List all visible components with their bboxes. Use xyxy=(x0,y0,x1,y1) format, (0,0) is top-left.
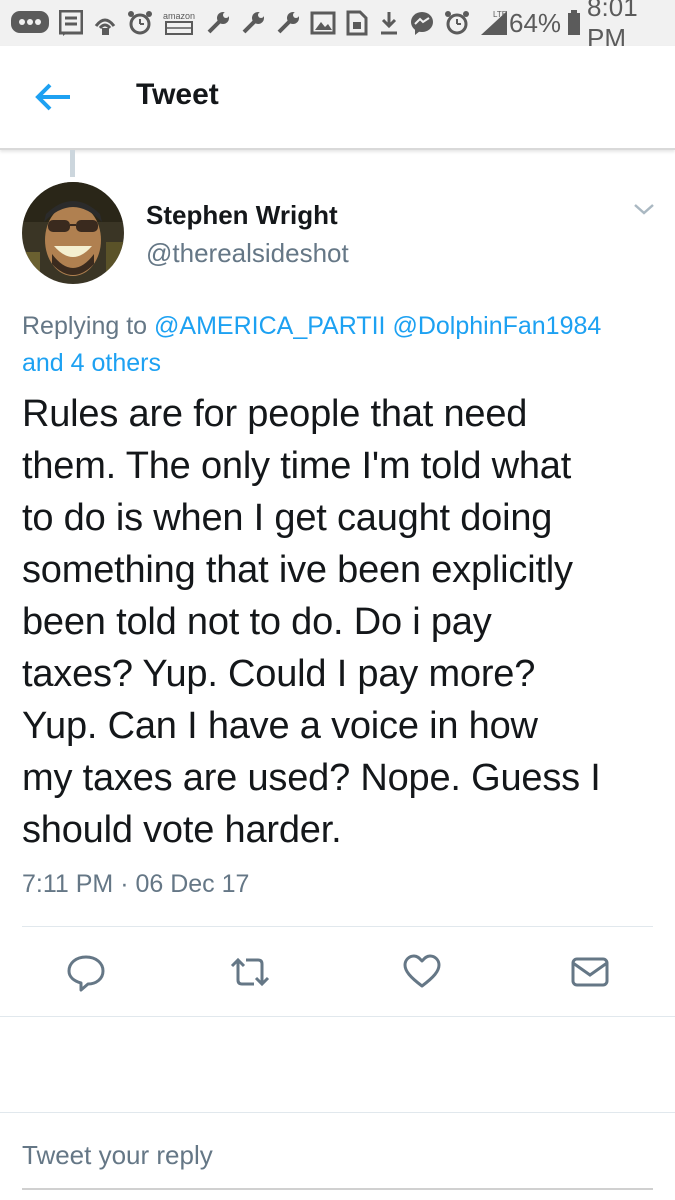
tweet-text-line: to do is when I get caught doing xyxy=(22,497,553,539)
divider xyxy=(0,1016,675,1017)
messenger-icon xyxy=(409,9,435,37)
status-bar: amazon LTE 64% 8:01 PM xyxy=(0,0,675,53)
tweet-text-line: should vote harder. xyxy=(22,809,342,851)
wrench-icon xyxy=(205,9,231,37)
replying-to: Replying to @AMERICA_PARTII @DolphinFan1… xyxy=(22,308,662,382)
page-title: Tweet xyxy=(136,78,219,111)
mention-link[interactable]: @DolphinFan1984 xyxy=(392,312,601,340)
messages-icon xyxy=(10,9,50,37)
tweet-text-line: been told not to do. Do i pay xyxy=(22,601,492,643)
author-name[interactable]: Stephen Wright xyxy=(146,200,338,231)
notification-icons: amazon LTE xyxy=(10,9,509,37)
wrench-icon xyxy=(240,9,266,37)
thread-line xyxy=(70,150,75,177)
tweet-text-line: my taxes are used? Nope. Guess I xyxy=(22,757,601,799)
divider xyxy=(22,926,653,927)
wrench-icon xyxy=(275,9,301,37)
chevron-down-icon[interactable] xyxy=(630,200,658,220)
tweet-text-line: Yup. Can I have a voice in how xyxy=(22,705,538,747)
retweet-icon[interactable] xyxy=(228,950,272,994)
divider xyxy=(0,1112,675,1113)
replying-prefix: Replying to xyxy=(22,312,148,340)
app-header: Tweet xyxy=(0,46,675,150)
alarm-icon xyxy=(127,9,153,37)
battery-icon xyxy=(567,9,581,37)
document-icon xyxy=(345,9,369,37)
signal-icon: LTE xyxy=(479,9,509,37)
back-arrow-icon[interactable] xyxy=(34,82,74,112)
wifi-call-icon xyxy=(92,9,118,37)
reply-input-underline xyxy=(22,1188,653,1190)
battery-percent: 64% xyxy=(509,7,562,38)
download-icon xyxy=(378,9,400,37)
svg-text:amazon: amazon xyxy=(163,11,195,21)
mention-link[interactable]: @AMERICA_PARTII xyxy=(154,312,385,340)
tweet-timestamp: 7:11 PM · 06 Dec 17 xyxy=(22,870,250,898)
amazon-icon: amazon xyxy=(162,9,196,37)
tweet-text-line: something that ive been explicitly xyxy=(22,549,573,591)
reply-input[interactable]: Tweet your reply xyxy=(22,1140,213,1171)
tweet-text: Rules are for people that need them. The… xyxy=(22,388,662,856)
author-handle[interactable]: @therealsideshot xyxy=(146,238,349,269)
alarm-icon xyxy=(444,9,470,37)
tweet-text-line: them. The only time I'm told what xyxy=(22,445,572,487)
tweet-text-line: taxes? Yup. Could I pay more? xyxy=(22,653,536,695)
direct-message-icon[interactable] xyxy=(568,950,612,994)
tweet-text-line: Rules are for people that need xyxy=(22,393,528,435)
others-link[interactable]: and 4 others xyxy=(22,349,161,377)
reply-icon[interactable] xyxy=(64,950,108,994)
like-icon[interactable] xyxy=(400,950,444,994)
avatar[interactable] xyxy=(22,182,124,284)
notes-icon xyxy=(59,9,83,37)
image-icon xyxy=(310,9,336,37)
